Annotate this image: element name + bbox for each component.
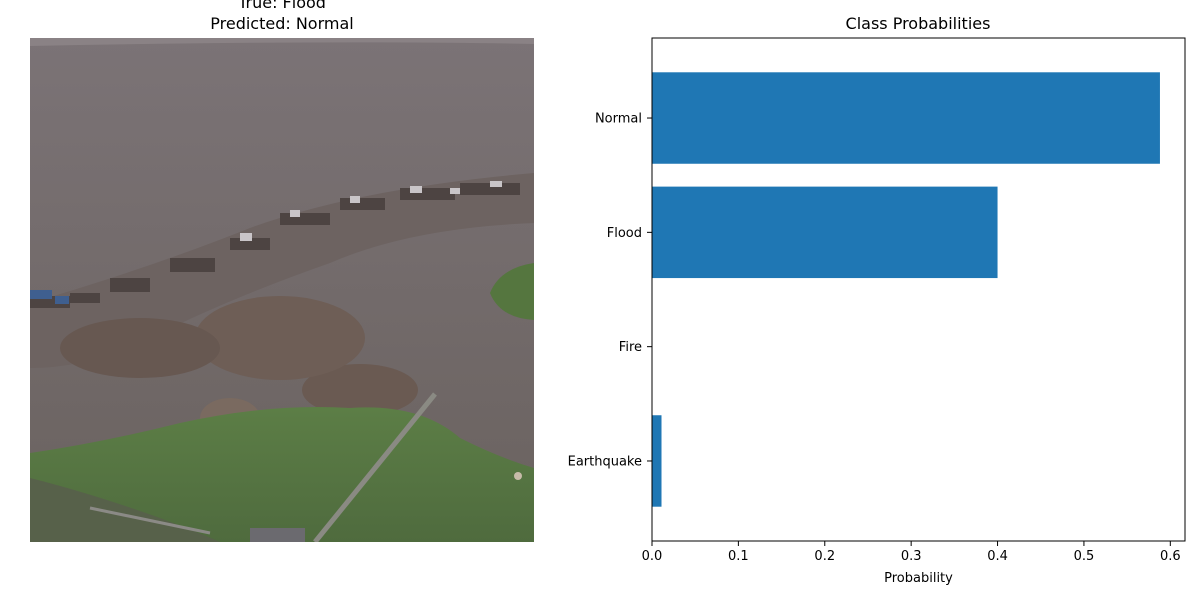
bar-earthquake [652, 415, 662, 507]
x-axis: 0.0 0.1 0.2 0.3 0.4 0.5 0.6 [642, 541, 1181, 564]
bar-normal [652, 72, 1160, 164]
x-tick-label: 0.1 [728, 549, 749, 564]
bars-layer [652, 72, 1160, 507]
x-axis-label: Probability [884, 571, 953, 586]
y-axis: Earthquake Fire Flood Normal [568, 112, 652, 469]
x-tick-label: 0.5 [1074, 549, 1095, 564]
class-probabilities-chart: Class Probabilities Earthquake Fire Flood N… [568, 14, 1186, 586]
x-tick-label: 0.4 [987, 549, 1008, 564]
chart-title: Class Probabilities [846, 14, 991, 33]
y-tick-label-flood: Flood [607, 226, 642, 241]
bar-flood [652, 186, 998, 279]
y-tick-label-normal: Normal [595, 112, 642, 127]
x-tick-label: 0.2 [814, 549, 835, 564]
y-tick-label-fire: Fire [619, 340, 642, 355]
x-tick-label: 0.6 [1160, 549, 1181, 564]
x-tick-label: 0.3 [901, 549, 922, 564]
y-tick-label-earthquake: Earthquake [568, 454, 642, 469]
x-tick-label: 0.0 [642, 549, 663, 564]
